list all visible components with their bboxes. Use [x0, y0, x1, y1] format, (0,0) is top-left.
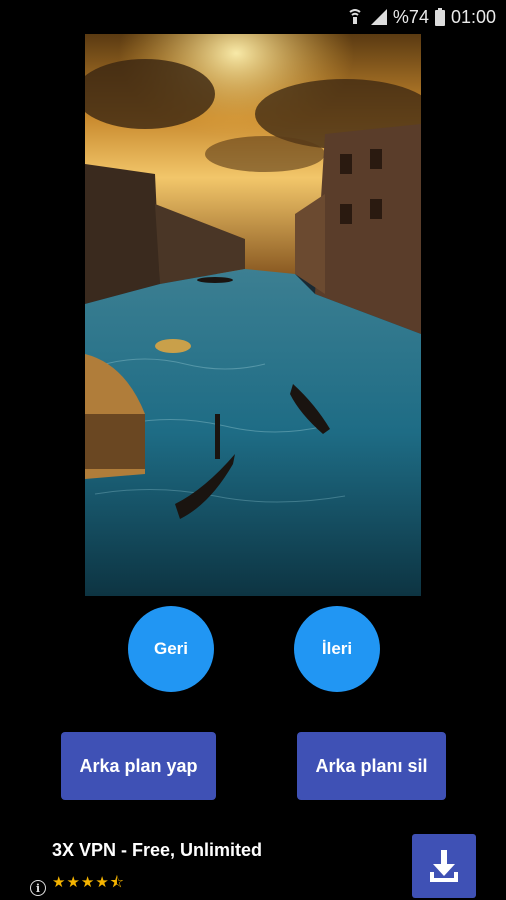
signal-icon	[369, 9, 387, 25]
next-button[interactable]: İleri	[294, 606, 380, 692]
nfc-icon	[347, 8, 363, 26]
download-icon	[430, 850, 458, 882]
status-bar: %74 01:00	[0, 0, 506, 34]
clock: 01:00	[450, 6, 496, 27]
ad-title[interactable]: 3X VPN - Free, Unlimited	[52, 840, 262, 861]
set-wallpaper-button[interactable]: Arka plan yap	[61, 732, 216, 800]
back-button[interactable]: Geri	[128, 606, 214, 692]
ad-rating-stars: ★★★★⯪	[52, 874, 125, 891]
venice-canal-image	[85, 34, 421, 596]
ad-info-icon[interactable]: i	[30, 880, 46, 896]
remove-wallpaper-button[interactable]: Arka planı sil	[297, 732, 446, 800]
wallpaper-preview	[85, 34, 421, 596]
battery-percent: %74	[392, 6, 429, 27]
battery-icon	[434, 8, 445, 26]
ad-download-button[interactable]	[412, 834, 476, 898]
